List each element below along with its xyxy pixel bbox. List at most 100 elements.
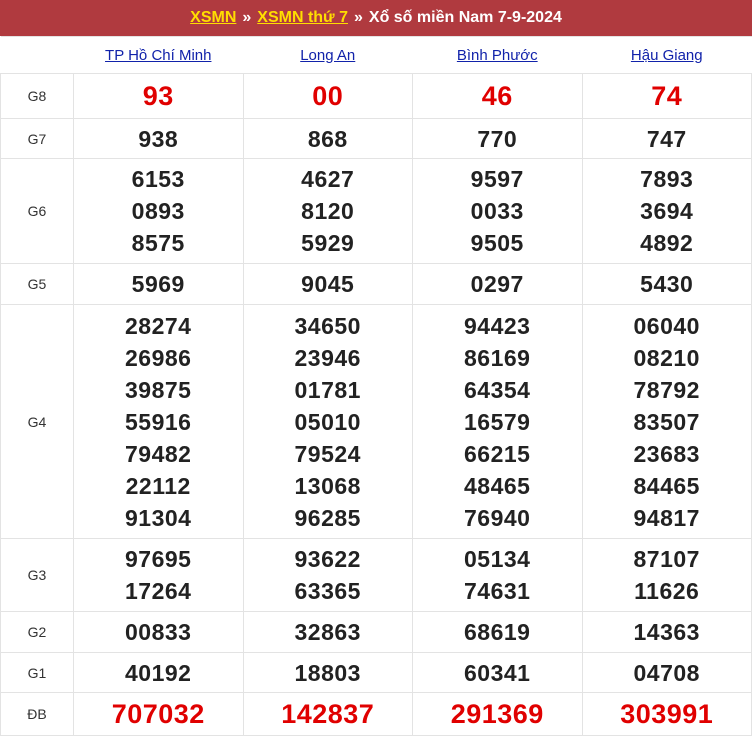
winning-number: 0033 bbox=[470, 198, 524, 224]
prize-cell: 06040 08210 78792 83507 23683 84465 94817 bbox=[581, 304, 752, 539]
prize-row: G1 40192 18803 60341 04708 bbox=[0, 652, 752, 693]
prize-label: ĐB bbox=[0, 692, 74, 736]
winning-number: 747 bbox=[646, 125, 687, 152]
prize-cell: 770 bbox=[412, 118, 583, 159]
winning-number: 8575 bbox=[131, 230, 185, 256]
winning-number: 00833 bbox=[125, 619, 192, 645]
winning-number: 97695 bbox=[125, 546, 192, 572]
prize-cell: 60341 bbox=[412, 652, 583, 693]
province-header: Long An bbox=[243, 36, 413, 74]
prize-row: G2 00833 32863 68619 14363 bbox=[0, 611, 752, 653]
winning-number: 142837 bbox=[281, 699, 375, 729]
winning-number: 5929 bbox=[301, 230, 355, 256]
prize-cell: 7893 3694 4892 bbox=[581, 158, 752, 264]
province-header-row: TP Hồ Chí Minh Long An Bình Phước Hậu Gi… bbox=[0, 36, 752, 74]
prize-cell: 93622 63365 bbox=[242, 538, 413, 612]
prize-cell: 40192 bbox=[73, 652, 244, 693]
prize-label: G8 bbox=[0, 73, 74, 119]
lottery-results-page: XSMN » XSMN thứ 7 » Xổ số miền Nam 7-9-2… bbox=[0, 0, 752, 736]
prize-row: G8 93 00 46 74 bbox=[0, 73, 752, 119]
prize-cell: 87107 11626 bbox=[581, 538, 752, 612]
winning-number: 79482 bbox=[125, 440, 192, 467]
prize-cell: 6153 0893 8575 bbox=[73, 158, 244, 264]
winning-number: 707032 bbox=[111, 699, 205, 729]
page-title: Xổ số miền Nam 7-9-2024 bbox=[368, 9, 562, 26]
prize-label: G1 bbox=[0, 652, 74, 693]
winning-number: 938 bbox=[138, 125, 179, 152]
province-link-long-an[interactable]: Long An bbox=[300, 47, 355, 64]
province-link-ho-chi-minh[interactable]: TP Hồ Chí Minh bbox=[105, 47, 211, 64]
winning-number: 16579 bbox=[464, 408, 531, 435]
winning-number: 17264 bbox=[125, 578, 192, 604]
winning-number: 68619 bbox=[464, 619, 531, 645]
winning-number: 0297 bbox=[470, 271, 524, 297]
winning-number: 06040 bbox=[633, 312, 700, 339]
winning-number: 48465 bbox=[464, 472, 531, 499]
prize-cell: 46 bbox=[412, 73, 583, 119]
winning-number: 63365 bbox=[294, 578, 361, 604]
prize-cell: 868 bbox=[242, 118, 413, 159]
winning-number: 9597 bbox=[470, 166, 524, 192]
winning-number: 05134 bbox=[464, 546, 531, 572]
winning-number: 93 bbox=[142, 81, 174, 111]
winning-number: 87107 bbox=[633, 546, 700, 572]
winning-number: 8120 bbox=[301, 198, 355, 224]
prize-cell: 00833 bbox=[73, 611, 244, 653]
breadcrumb-xsmn-saturday-link[interactable]: XSMN thứ 7 bbox=[257, 9, 348, 27]
prize-cell: 938 bbox=[73, 118, 244, 159]
province-header: TP Hồ Chí Minh bbox=[73, 36, 243, 74]
winning-number: 23683 bbox=[633, 440, 700, 467]
winning-number: 93622 bbox=[294, 546, 361, 572]
prize-row: ĐB 707032 142837 291369 303991 bbox=[0, 692, 752, 736]
prize-cell: 5430 bbox=[581, 263, 752, 305]
winning-number: 74 bbox=[651, 81, 683, 111]
prize-cell: 94423 86169 64354 16579 66215 48465 76940 bbox=[412, 304, 583, 539]
prize-cell: 34650 23946 01781 05010 79524 13068 96285 bbox=[242, 304, 413, 539]
winning-number: 5969 bbox=[131, 271, 185, 297]
winning-number: 28274 bbox=[125, 312, 192, 339]
winning-number: 55916 bbox=[125, 408, 192, 435]
prize-cell: 291369 bbox=[412, 692, 583, 736]
winning-number: 3694 bbox=[640, 198, 694, 224]
winning-number: 60341 bbox=[464, 659, 531, 686]
province-link-binh-phuoc[interactable]: Bình Phước bbox=[457, 47, 538, 64]
winning-number: 6153 bbox=[131, 166, 185, 192]
prize-cell: 9597 0033 9505 bbox=[412, 158, 583, 264]
winning-number: 23946 bbox=[294, 344, 361, 371]
prize-table-body: G8 93 00 46 74 G7 938 868 770 747 G6 6153 0893 8575 46… bbox=[0, 73, 752, 736]
prize-cell: 18803 bbox=[242, 652, 413, 693]
winning-number: 74631 bbox=[464, 578, 531, 604]
prize-row: G4 28274 26986 39875 55916 79482 22112 91304 346… bbox=[0, 304, 752, 539]
winning-number: 9505 bbox=[470, 230, 524, 256]
prize-row: G3 97695 17264 93622 63365 05134 74631 87107 116… bbox=[0, 538, 752, 612]
prize-cell: 32863 bbox=[242, 611, 413, 653]
winning-number: 84465 bbox=[633, 472, 700, 499]
winning-number: 32863 bbox=[294, 619, 361, 645]
winning-number: 868 bbox=[307, 125, 348, 152]
winning-number: 94423 bbox=[464, 312, 531, 339]
prize-label: G5 bbox=[0, 263, 74, 305]
prize-cell: 303991 bbox=[581, 692, 752, 736]
winning-number: 7893 bbox=[640, 166, 694, 192]
winning-number: 91304 bbox=[125, 504, 192, 531]
winning-number: 34650 bbox=[294, 312, 361, 339]
province-link-hau-giang[interactable]: Hậu Giang bbox=[631, 47, 703, 64]
prize-cell: 93 bbox=[73, 73, 244, 119]
prize-cell: 14363 bbox=[581, 611, 752, 653]
winning-number: 94817 bbox=[633, 504, 700, 531]
prize-cell: 0297 bbox=[412, 263, 583, 305]
prize-cell: 28274 26986 39875 55916 79482 22112 91304 bbox=[73, 304, 244, 539]
winning-number: 5430 bbox=[640, 271, 694, 297]
breadcrumb-xsmn-link[interactable]: XSMN bbox=[190, 9, 236, 27]
winning-number: 08210 bbox=[633, 344, 700, 371]
province-header: Bình Phước bbox=[412, 36, 582, 74]
winning-number: 4627 bbox=[301, 166, 355, 192]
winning-number: 14363 bbox=[633, 619, 700, 645]
winning-number: 79524 bbox=[294, 440, 361, 467]
prize-row: G7 938 868 770 747 bbox=[0, 118, 752, 159]
prize-label: G4 bbox=[0, 304, 74, 539]
prize-cell: 4627 8120 5929 bbox=[242, 158, 413, 264]
prize-cell: 68619 bbox=[412, 611, 583, 653]
prize-label: G2 bbox=[0, 611, 74, 653]
breadcrumb-separator: » bbox=[353, 9, 363, 26]
